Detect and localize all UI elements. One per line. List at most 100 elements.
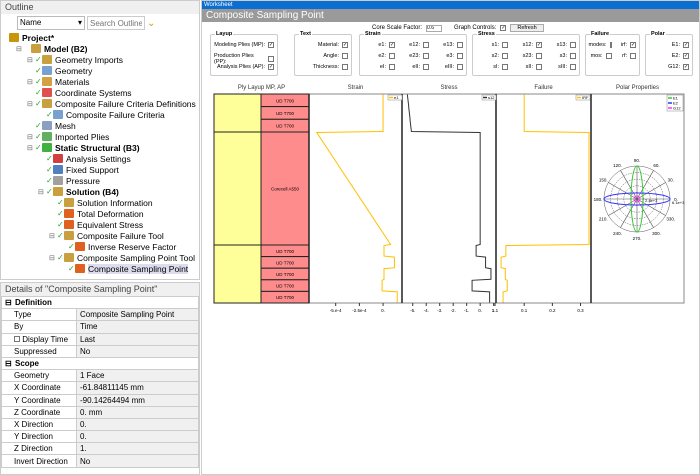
option-checkbox[interactable] (423, 53, 429, 59)
option-checkbox[interactable] (630, 53, 636, 59)
property-value[interactable]: -61.84811145 mm (76, 381, 199, 395)
option-checkbox[interactable] (502, 64, 508, 70)
option-checkbox[interactable]: ✓ (630, 42, 636, 48)
property-value[interactable]: 1 Face (76, 369, 199, 383)
option-s23[interactable]: s23: (510, 53, 542, 59)
option-checkbox[interactable]: ✓ (268, 64, 274, 70)
option-e23[interactable]: e23: (397, 53, 429, 59)
option-modelingpliesmp[interactable]: Modeling Plies (MP): ✓ (214, 42, 274, 48)
option-checkbox[interactable] (570, 42, 576, 48)
property-value[interactable]: Composite Sampling Point (76, 308, 199, 322)
option-checkbox[interactable] (423, 42, 429, 48)
tree-item[interactable]: ⊟ ✓ Composite Sampling Point Tool (3, 252, 199, 263)
option-s2[interactable]: s2: (476, 53, 508, 59)
option-mos[interactable]: mos: (589, 53, 612, 59)
option-checkbox[interactable] (268, 56, 274, 62)
option-checkbox[interactable] (570, 64, 576, 70)
option-checkbox[interactable] (536, 53, 542, 59)
option-checkbox[interactable] (423, 64, 429, 70)
option-checkbox[interactable] (609, 42, 612, 48)
property-value[interactable]: No (76, 344, 199, 358)
core-scale-input[interactable] (426, 24, 443, 32)
property-value[interactable]: -90.14264494 mm (76, 393, 199, 407)
option-checkbox[interactable] (457, 42, 463, 48)
option-checkbox[interactable] (570, 53, 576, 59)
display-time-checkbox[interactable] (14, 335, 20, 342)
option-checkbox[interactable]: ✓ (342, 42, 348, 48)
search-outline-input[interactable] (87, 16, 145, 30)
option-checkbox[interactable]: ✓ (683, 64, 689, 70)
option-eiii[interactable]: eIII: (431, 64, 463, 70)
tree-item[interactable]: ⊟ ✓ Composite Failure Criteria Definitions (3, 98, 199, 109)
filter-select[interactable]: Name ▾ (17, 16, 85, 30)
tree-item[interactable]: ⊟ ✓ Imported Plies (3, 131, 199, 142)
refresh-button[interactable]: Refresh (510, 24, 544, 32)
option-checkbox[interactable]: ✓ (683, 42, 689, 48)
option-e3[interactable]: e3: (431, 53, 463, 59)
property-value[interactable]: 0. (76, 430, 199, 444)
option-checkbox[interactable] (389, 53, 395, 59)
tree-item[interactable]: ✓ Composite Sampling Point (3, 263, 199, 274)
tree-item[interactable]: ⊟ ✓ Solution (B4) (3, 186, 199, 197)
option-e2[interactable]: E2: ✓ (649, 53, 689, 59)
option-s1[interactable]: s1: (476, 42, 508, 48)
property-value[interactable]: 0. (76, 417, 199, 432)
option-s3[interactable]: s3: (544, 53, 576, 59)
option-e13[interactable]: e13: (431, 42, 463, 48)
option-e1[interactable]: e1: ✓ (363, 42, 395, 48)
option-angle[interactable]: Angle: (298, 53, 348, 59)
option-modes[interactable]: modes: (588, 42, 612, 48)
property-value[interactable]: 0. mm (76, 405, 199, 419)
worksheet-tab[interactable]: Worksheet (202, 1, 699, 9)
option-si[interactable]: sI: (476, 64, 508, 70)
tree-item[interactable]: ✓ Geometry (3, 65, 199, 76)
option-s13[interactable]: s13: (544, 42, 576, 48)
expand-toggle-icon[interactable]: ⊟ (27, 133, 35, 141)
expand-toggle-icon[interactable]: ⊟ (27, 144, 35, 152)
group-header[interactable]: ⊟ Scope (1, 356, 199, 371)
tree-item[interactable]: ⊟ ✓ Materials (3, 76, 199, 87)
option-rf[interactable]: rf: (614, 53, 636, 59)
option-checkbox[interactable] (457, 64, 463, 70)
property-value[interactable]: Last (76, 332, 199, 346)
option-eii[interactable]: eII: (397, 64, 429, 70)
filter-chevron-icon[interactable]: ⌄ (147, 18, 155, 29)
option-checkbox[interactable] (502, 42, 508, 48)
option-s12[interactable]: s12: ✓ (510, 42, 542, 48)
option-e12[interactable]: e12: (397, 42, 429, 48)
tree-item[interactable]: ✓ Solution Information (3, 197, 199, 208)
option-analysispliesap[interactable]: Analysis Plies (AP): ✓ (214, 64, 274, 70)
expand-toggle-icon[interactable]: ⊟ (16, 45, 24, 53)
tree-item[interactable]: ✓ Coordinate Systems (3, 87, 199, 98)
property-value[interactable]: Time (76, 320, 199, 334)
option-irf[interactable]: irf: ✓ (614, 42, 636, 48)
tree-item[interactable]: ⊟ ✓ Composite Failure Tool (3, 230, 199, 241)
expand-toggle-icon[interactable]: ⊟ (38, 188, 46, 196)
option-checkbox[interactable] (502, 53, 508, 59)
collapse-icon[interactable]: ⊟ (5, 359, 15, 368)
tree-item[interactable]: ✓ Analysis Settings (3, 153, 199, 164)
tree-item[interactable]: ✓ Equivalent Stress (3, 219, 199, 230)
option-checkbox[interactable] (389, 64, 395, 70)
option-e2[interactable]: e2: (363, 53, 395, 59)
tree-item[interactable]: ✓ Pressure (3, 175, 199, 186)
option-siii[interactable]: sIII: (544, 64, 576, 70)
tree-item[interactable]: ✓ Fixed Support (3, 164, 199, 175)
expand-toggle-icon[interactable]: ⊟ (27, 100, 35, 108)
option-checkbox[interactable]: ✓ (389, 42, 395, 48)
tree-item[interactable]: ✓ Composite Failure Criteria (3, 109, 199, 120)
tree-item[interactable]: ✓ Mesh (3, 120, 199, 131)
expand-toggle-icon[interactable]: ⊟ (49, 232, 57, 240)
expand-toggle-icon[interactable]: ⊟ (27, 56, 35, 64)
tree-item[interactable]: ⊟ ✓ Static Structural (B3) (3, 142, 199, 153)
option-checkbox[interactable]: ✓ (268, 42, 274, 48)
option-ei[interactable]: eI: (363, 64, 395, 70)
tree-item[interactable]: ✓ Inverse Reserve Factor (3, 241, 199, 252)
tree-item[interactable]: ⊟ Model (B2) (3, 43, 199, 54)
graph-controls-checkbox[interactable]: ✓ (500, 25, 507, 31)
option-checkbox[interactable] (536, 64, 542, 70)
option-checkbox[interactable] (605, 53, 612, 59)
tree-item[interactable]: Project* (3, 32, 199, 43)
expand-toggle-icon[interactable]: ⊟ (49, 254, 57, 262)
option-sii[interactable]: sII: (510, 64, 542, 70)
